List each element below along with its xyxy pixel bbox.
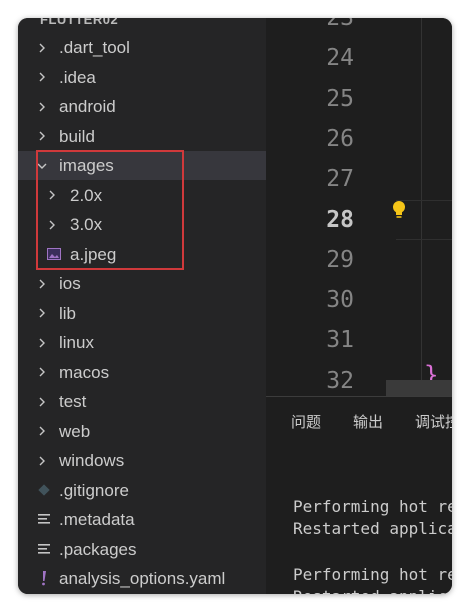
line-number: 32 [326, 367, 354, 394]
code-editor[interactable]: 23 24 25 26 27 28 29 30 31 32 } [266, 18, 452, 396]
tree-item-label: analysis_options.yaml [59, 569, 226, 588]
tree-folder-item[interactable]: macos [18, 358, 266, 387]
lightbulb-icon[interactable] [392, 200, 406, 220]
chevron-right-icon[interactable] [36, 299, 48, 328]
tree-folder-item[interactable]: build [18, 122, 266, 151]
horizontal-scrollbar[interactable] [386, 380, 452, 396]
chevron-right-icon[interactable] [36, 122, 48, 151]
chevron-right-icon[interactable] [36, 269, 48, 298]
tab-debug-console[interactable]: 调试控 [415, 413, 452, 433]
explorer-header: FLUTTER02 [40, 18, 119, 27]
line-number: 30 [326, 287, 354, 314]
tree-item-label: build [59, 126, 95, 146]
tree-item-label: macos [59, 362, 110, 382]
tree-folder-item[interactable]: .dart_tool [18, 33, 266, 62]
tree-item-label: .metadata [59, 510, 135, 529]
tree-folder-item[interactable]: web [18, 417, 266, 446]
line-number: 26 [326, 125, 354, 152]
exclamation-icon [37, 571, 51, 586]
line-number: 29 [326, 246, 354, 273]
chevron-right-icon[interactable] [36, 92, 48, 121]
tree-file-item[interactable]: .metadata [18, 505, 266, 534]
tree-folder-item[interactable]: test [18, 387, 266, 416]
explorer-sidebar: FLUTTER02 .dart_tool .idea android build ima… [18, 18, 266, 594]
tab-output[interactable]: 输出 [353, 413, 383, 433]
tree-item-label: windows [59, 451, 125, 470]
tree-item-label: android [59, 97, 116, 116]
line-number: 28 [326, 206, 354, 233]
tree-item-label: ios [59, 274, 81, 293]
tree-item-label: test [59, 392, 87, 411]
tree-item-label: lib [59, 303, 77, 323]
output-line: Restarted applica [293, 586, 452, 594]
tree-item-label: .dart_tool [59, 38, 130, 57]
tree-item-label: .gitignore [59, 480, 129, 500]
tree-item-label: web [59, 421, 91, 441]
tab-problems[interactable]: 问题 [291, 413, 321, 433]
tree-file-item[interactable]: .gitignore [18, 476, 266, 505]
highlight-box [36, 150, 184, 270]
git-icon [37, 483, 51, 497]
lines-icon [37, 542, 51, 556]
tree-file-item[interactable]: analysis_options.yaml [18, 564, 266, 593]
tree-folder-item[interactable]: android [18, 92, 266, 121]
output-line: Performing hot re [293, 497, 452, 516]
chevron-right-icon[interactable] [36, 358, 48, 387]
tree-folder-item[interactable]: ios [18, 269, 266, 298]
line-number: 23 [326, 18, 354, 31]
tree-folder-item[interactable]: windows [18, 446, 266, 475]
line-number: 27 [326, 166, 354, 193]
chevron-right-icon[interactable] [36, 417, 48, 446]
lines-icon [37, 512, 51, 526]
line-number: 24 [326, 45, 354, 72]
output-line: Performing hot re [293, 565, 452, 584]
bottom-panel: 问题 输出 调试控 Performing hot re Restarted ap… [266, 396, 452, 594]
tree-item-label: .idea [59, 67, 96, 87]
tree-folder-item[interactable]: linux [18, 328, 266, 357]
tree-item-label: linux [59, 333, 94, 352]
chevron-right-icon[interactable] [36, 328, 48, 357]
vscode-window: FLUTTER02 .dart_tool .idea android build ima… [18, 18, 452, 594]
tree-item-label: .packages [59, 539, 137, 559]
tree-file-item[interactable]: .packages [18, 535, 266, 564]
chevron-right-icon[interactable] [36, 446, 48, 475]
tree-folder-item[interactable]: lib [18, 299, 266, 328]
output-line: Restarted applica [293, 519, 452, 538]
line-number: 25 [326, 85, 354, 112]
chevron-right-icon[interactable] [36, 33, 48, 62]
tree-folder-item[interactable]: .idea [18, 63, 266, 92]
chevron-right-icon[interactable] [36, 63, 48, 92]
line-number: 31 [326, 327, 354, 354]
chevron-right-icon[interactable] [36, 387, 48, 416]
